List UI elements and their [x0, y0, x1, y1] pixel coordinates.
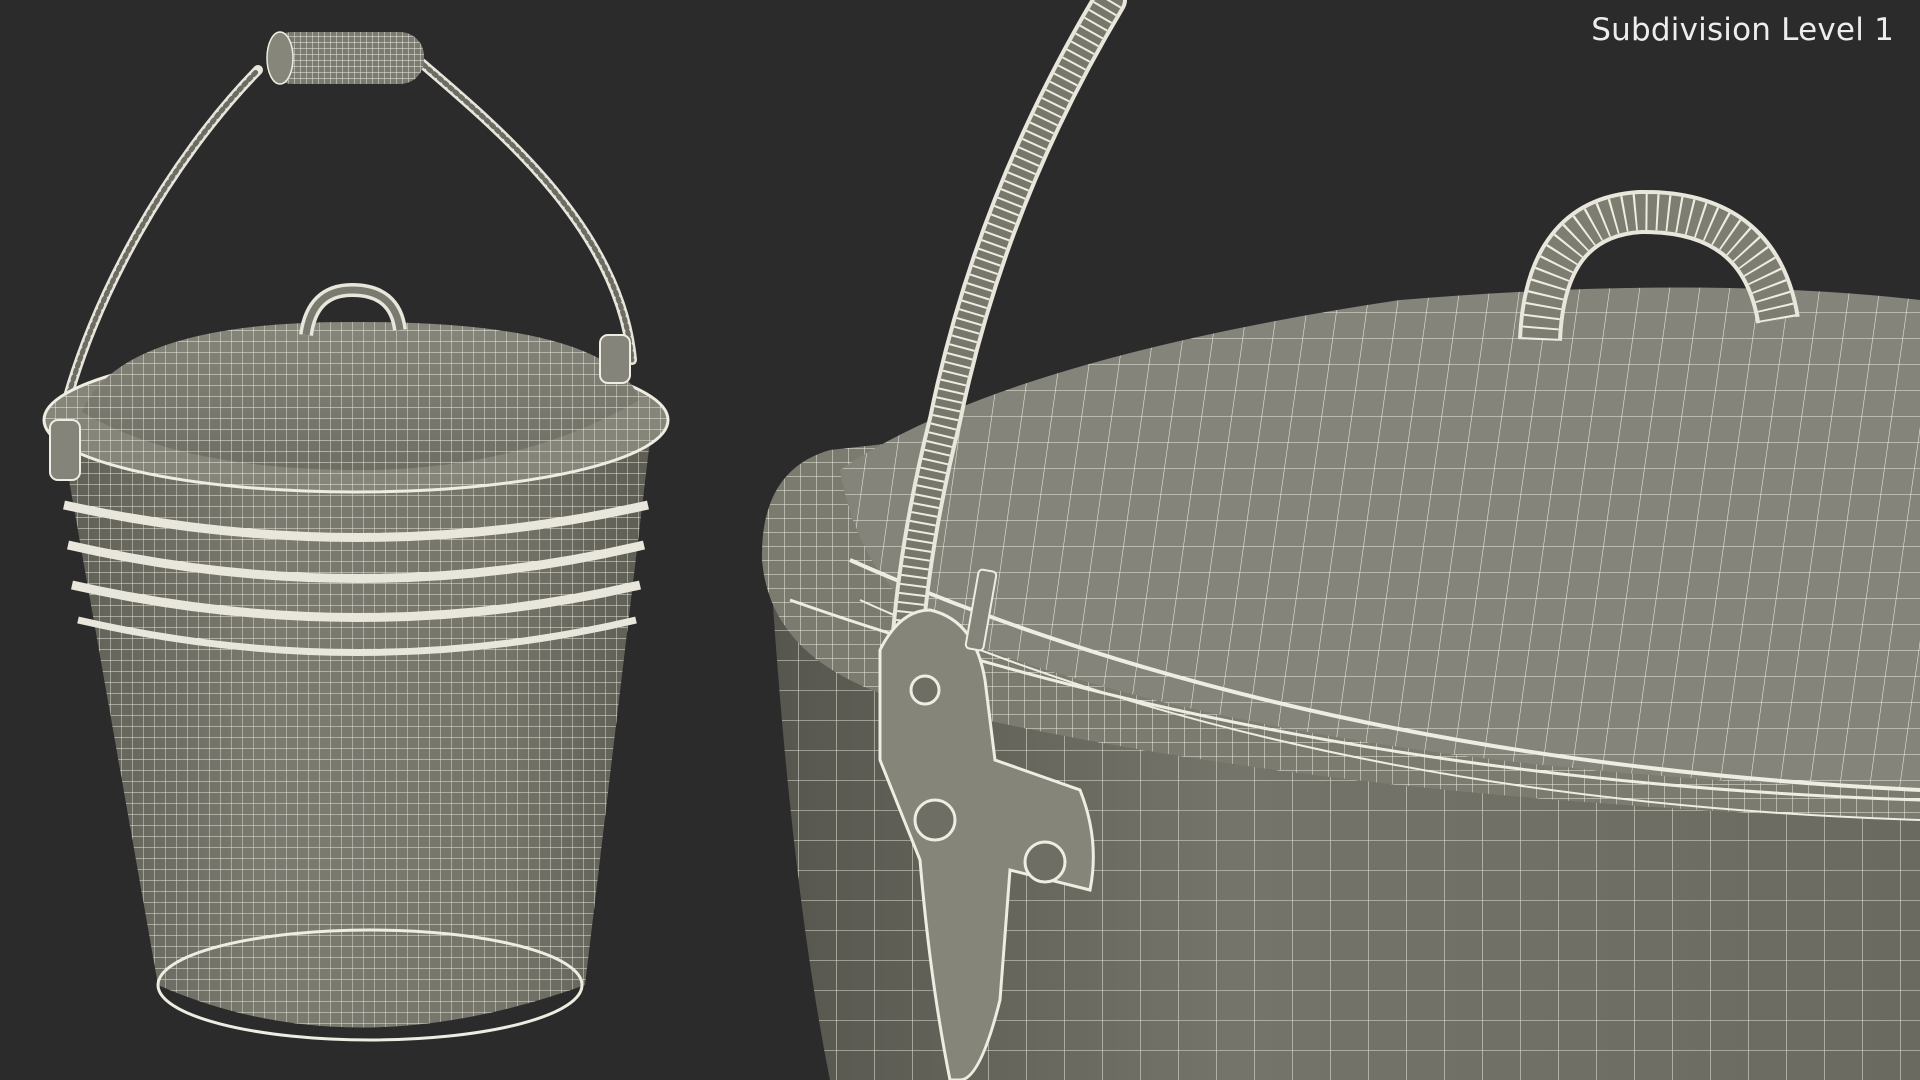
handle-grip: [266, 31, 424, 85]
wireframe-render: [42, 0, 1920, 1080]
viewport: Subdivision Level 1: [0, 0, 1920, 1080]
bucket-closeup-view: [761, 0, 1920, 1080]
subdivision-level-label: Subdivision Level 1: [1591, 12, 1894, 48]
bucket-full-view: [42, 31, 670, 1042]
